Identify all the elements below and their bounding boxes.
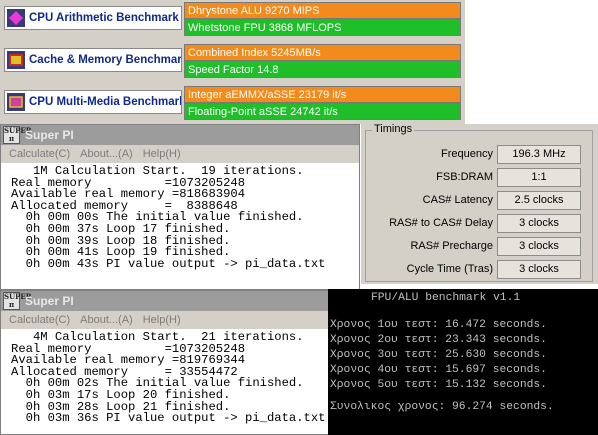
timing-row-ras-precharge: RAS# Precharge 3 clocks	[366, 237, 594, 257]
total-time-line: Συνολικος χρονος: 96.274 seconds.	[330, 401, 554, 413]
whetstone-result: Whetstone FPU 3868 MFLOPS	[184, 19, 461, 36]
dhrystone-result: Dhrystone ALU 9270 MIPS	[184, 2, 461, 19]
menu-help[interactable]: Help(H)	[143, 314, 181, 326]
timing-row-ras-to-cas: RAS# to CAS# Delay 3 clocks	[366, 214, 594, 234]
timing-row-fsb-dram: FSB:DRAM 1:1	[366, 168, 594, 188]
menu-bar: Calculate(C) About...(A) Help(H)	[1, 311, 359, 329]
fpu-alu-console: FPU/ALU benchmark v1.1 Χρονος 1ου τεστ: …	[328, 289, 598, 435]
cache-memory-row: Cache & Memory Benchmark Combined Index …	[0, 42, 465, 80]
timing-label: Cycle Time (Tras)	[406, 263, 493, 275]
integer-mm-result: Integer aEMMX/aSSE 23179 it/s	[184, 86, 461, 103]
test-result-line: Χρονος 5ου τεστ: 15.132 seconds.	[330, 379, 547, 391]
timing-row-cas-latency: CAS# Latency 2.5 clocks	[366, 191, 594, 211]
test-result-line: Χρονος 1ου τεστ: 16.472 seconds.	[330, 319, 547, 331]
cpu-multimedia-link[interactable]: CPU Multi-Media Benchmark	[4, 90, 182, 114]
cpu-multimedia-row: CPU Multi-Media Benchmark Integer aEMMX/…	[0, 84, 465, 122]
menu-help[interactable]: Help(H)	[143, 148, 181, 160]
bench-title-label: CPU Multi-Media Benchmark	[29, 96, 182, 108]
timing-value: 3 clocks	[497, 260, 581, 279]
menu-calculate[interactable]: Calculate(C)	[9, 314, 70, 326]
timing-label: FSB:DRAM	[436, 171, 493, 183]
test-result-line: Χρονος 2ου τεστ: 23.343 seconds.	[330, 334, 547, 346]
timings-legend: Timings	[372, 123, 415, 135]
timing-label: RAS# to CAS# Delay	[389, 217, 493, 229]
timings-group: Timings Frequency 196.3 MHz FSB:DRAM 1:1…	[365, 123, 594, 282]
timing-value: 3 clocks	[497, 237, 581, 256]
console-title: FPU/ALU benchmark v1.1	[371, 292, 521, 304]
superpi-title-bar[interactable]: SUPER π Super PI	[1, 291, 359, 311]
output-line: 0h 00m 43s PI value output -> pi_data.tx…	[11, 256, 326, 271]
superpi-icon: SUPER π	[3, 292, 32, 310]
timing-label: CAS# Latency	[422, 194, 493, 206]
cpu-arithmetic-link[interactable]: CPU Arithmetic Benchmark	[4, 6, 182, 30]
cache-memory-link[interactable]: Cache & Memory Benchmark	[4, 48, 182, 72]
timing-row-frequency: Frequency 196.3 MHz	[366, 145, 594, 165]
superpi-icon: SUPER π	[3, 126, 32, 144]
multimedia-icon	[7, 93, 25, 111]
diamond-icon	[7, 9, 25, 27]
float-mm-result: Floating-Point aSSE 24742 it/s	[184, 103, 461, 120]
output-line: 0h 03m 36s PI value output -> pi_data.tx…	[11, 411, 326, 426]
cpu-arithmetic-row: CPU Arithmetic Benchmark Dhrystone ALU 9…	[0, 0, 465, 38]
bench-title-label: CPU Arithmetic Benchmark	[29, 12, 179, 24]
menu-calculate[interactable]: Calculate(C)	[9, 148, 70, 160]
menu-bar: Calculate(C) About...(A) Help(H)	[1, 145, 359, 163]
superpi-4m-window: SUPER π Super PI Calculate(C) About...(A)…	[0, 290, 360, 435]
menu-about[interactable]: About...(A)	[80, 314, 133, 326]
superpi-title-bar[interactable]: SUPER π Super PI	[1, 125, 359, 145]
menu-about[interactable]: About...(A)	[80, 148, 133, 160]
superpi-1m-window: SUPER π Super PI Calculate(C) About...(A)…	[0, 124, 360, 290]
test-result-line: Χρονος 3ου τεστ: 25.630 seconds.	[330, 349, 547, 361]
window-title: Super PI	[25, 294, 74, 308]
memory-chip-icon	[7, 51, 25, 69]
speed-factor-result: Speed Factor 14.8	[184, 61, 461, 78]
bench-title-label: Cache & Memory Benchmark	[29, 54, 182, 66]
timing-row-cycle-time: Cycle Time (Tras) 3 clocks	[366, 260, 594, 280]
window-title: Super PI	[25, 128, 74, 142]
timings-panel: Timings Frequency 196.3 MHz FSB:DRAM 1:1…	[361, 123, 598, 284]
output-text: 4M Calculation Start. 21 iterations. Real…	[1, 329, 359, 434]
timing-label: RAS# Precharge	[410, 240, 493, 252]
combined-index-result: Combined Index 5245MB/s	[184, 44, 461, 61]
timing-value: 3 clocks	[497, 214, 581, 233]
timing-label: Frequency	[441, 148, 493, 160]
output-text: 1M Calculation Start. 19 iterations. Real…	[1, 163, 359, 289]
test-result-line: Χρονος 4ου τεστ: 15.697 seconds.	[330, 364, 547, 376]
timing-value: 1:1	[497, 168, 581, 187]
sandra-benchmark-panel: CPU Arithmetic Benchmark Dhrystone ALU 9…	[0, 0, 465, 124]
timing-value: 2.5 clocks	[497, 191, 581, 210]
timing-value: 196.3 MHz	[497, 145, 581, 164]
